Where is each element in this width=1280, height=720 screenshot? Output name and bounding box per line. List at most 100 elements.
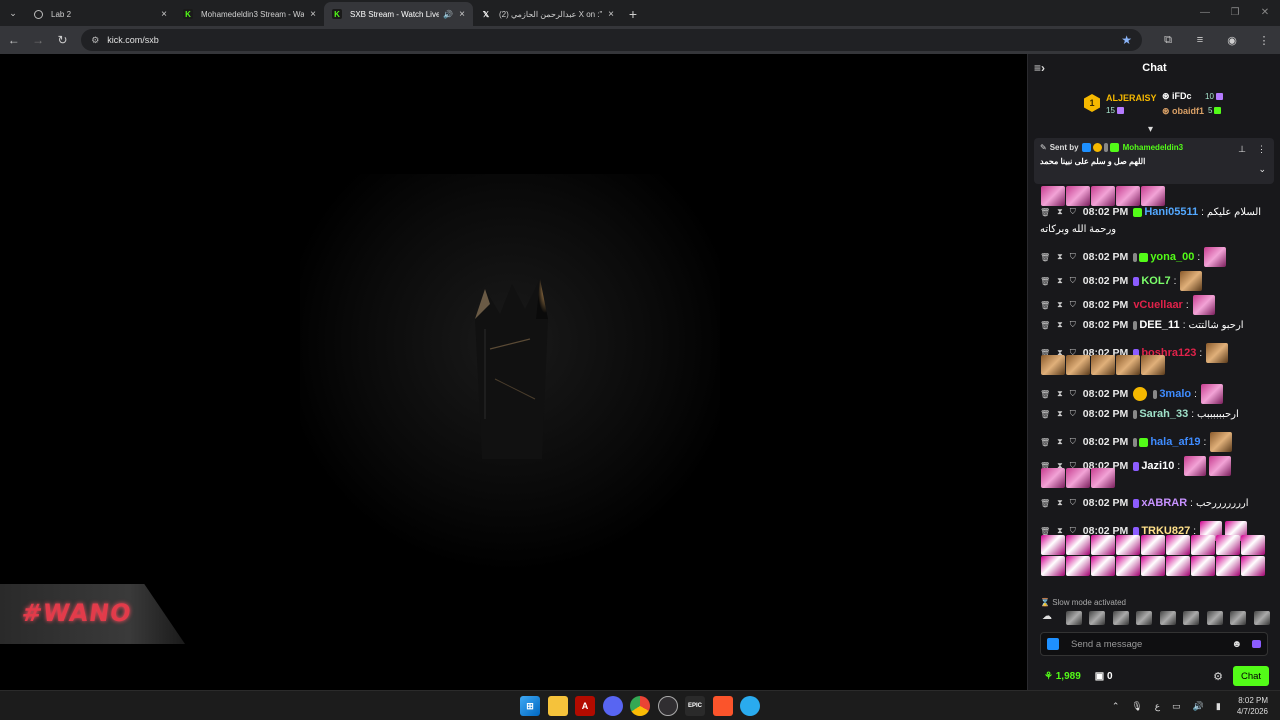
leader-third[interactable]: ⊛ obaidf1 — [1162, 106, 1204, 117]
message-username[interactable]: KOL7 — [1141, 275, 1170, 287]
microphone-icon[interactable]: 🎙 — [1131, 701, 1142, 712]
delete-icon[interactable]: 🗑 — [1040, 499, 1050, 508]
site-info-icon[interactable]: ⚙ — [91, 35, 99, 46]
quick-emote[interactable] — [1230, 611, 1246, 625]
message-username[interactable]: Sarah_33 — [1139, 408, 1188, 420]
telegram-icon[interactable] — [740, 696, 760, 716]
start-menu-icon[interactable]: ⊞ — [520, 696, 540, 716]
epic-games-icon[interactable]: EPIC — [685, 696, 705, 716]
message-username[interactable]: DEE_11 — [1139, 319, 1179, 331]
network-icon[interactable]: ▭ — [1172, 701, 1181, 712]
delete-icon[interactable]: 🗑 — [1040, 438, 1050, 447]
shield-icon[interactable]: ⛉ — [1070, 498, 1076, 508]
pinned-message[interactable]: ✎ Sent by Mohamedeldin3 اللهم صل و سلم ع… — [1034, 138, 1274, 184]
timeout-icon[interactable]: ⧗ — [1057, 320, 1063, 330]
message-username[interactable]: xABRAR — [1141, 497, 1187, 509]
more-options-icon[interactable]: ⋮ — [1257, 144, 1266, 155]
send-chat-button[interactable]: Chat — [1233, 666, 1269, 686]
clock[interactable]: 8:02 PM 4/7/2026 — [1237, 695, 1268, 717]
delete-icon[interactable]: 🗑 — [1040, 253, 1050, 262]
battery-icon[interactable]: ▮ — [1216, 701, 1221, 712]
message-username[interactable]: vCuellaar — [1133, 299, 1183, 311]
shield-icon[interactable]: ⛉ — [1070, 207, 1076, 217]
quick-emote[interactable] — [1253, 611, 1270, 625]
chat-message[interactable]: 🗑 ⧗ ⛉ 08:02 PM yona_00: — [1040, 247, 1275, 267]
chat-message[interactable]: 🗑 ⧗ ⛉ 08:02 PM hala_af19: — [1040, 432, 1275, 452]
emote-picker-icon[interactable]: ☁ — [1042, 611, 1058, 625]
chevron-down-icon[interactable]: ⌄ — [1258, 164, 1266, 175]
bookmark-star-icon[interactable]: ★ — [1121, 33, 1132, 47]
message-username[interactable]: Hani05511 — [1144, 206, 1198, 218]
chat-message[interactable]: 🗑 ⧗ ⛉ 08:02 PM Sarah_33: ارحببببببب — [1040, 408, 1275, 420]
message-username[interactable]: yona_00 — [1150, 251, 1194, 263]
timeout-icon[interactable]: ⧗ — [1057, 276, 1063, 286]
shield-icon[interactable]: ⛉ — [1070, 409, 1076, 419]
volume-icon[interactable]: 🔊 — [1193, 701, 1204, 712]
profile-avatar[interactable]: ◉ — [1216, 34, 1248, 47]
quick-emote[interactable] — [1136, 611, 1152, 625]
emoji-icon[interactable]: ☻ — [1231, 639, 1242, 650]
timeout-icon[interactable]: ⧗ — [1057, 252, 1063, 262]
brave-icon[interactable] — [712, 696, 733, 716]
gear-icon[interactable]: ⚙ — [1213, 670, 1223, 683]
file-explorer-icon[interactable] — [547, 696, 568, 716]
tab-lab2[interactable]: Lab 2 × — [26, 2, 175, 26]
audio-icon[interactable]: 🔊 — [443, 10, 453, 19]
close-icon[interactable]: × — [459, 9, 465, 20]
chevron-up-icon[interactable]: ⌃ — [1112, 701, 1120, 712]
delete-icon[interactable]: 🗑 — [1040, 410, 1050, 419]
tab-mohamedeldin3[interactable]: K Mohamedeldin3 Stream - Watch × — [175, 2, 324, 26]
extensions-icon[interactable]: ⧉ — [1152, 34, 1184, 47]
expand-leaderboard-icon[interactable]: ▾ — [1148, 124, 1153, 135]
address-bar[interactable]: ⚙ kick.com/sxb ★ — [81, 29, 1143, 51]
leader-second[interactable]: ⊛ iFDc — [1162, 91, 1192, 102]
timeout-icon[interactable]: ⧗ — [1057, 300, 1063, 310]
media-controls-icon[interactable]: ≡ — [1184, 34, 1216, 47]
chat-message[interactable]: 🗑 ⧗ ⛉ 08:02 PM KOL7: — [1040, 271, 1275, 291]
pin-icon[interactable]: ⊥ — [1238, 144, 1246, 155]
shield-icon[interactable]: ⛉ — [1070, 320, 1076, 330]
quick-emote[interactable] — [1183, 611, 1199, 625]
obs-icon[interactable] — [657, 696, 678, 716]
delete-icon[interactable]: 🗑 — [1040, 208, 1050, 217]
timeout-icon[interactable]: ⧗ — [1057, 437, 1063, 447]
shield-icon[interactable]: ⛉ — [1070, 252, 1076, 262]
chat-input[interactable]: Send a message ☻ — [1040, 632, 1268, 656]
tab-sxb[interactable]: K SXB Stream - Watch Live on 🔊 × — [324, 2, 473, 26]
message-username[interactable]: 3malo — [1159, 388, 1191, 400]
leader-first-name[interactable]: ALJERAISY — [1106, 93, 1157, 103]
minimize-icon[interactable]: — — [1190, 0, 1220, 24]
kicks-gem-icon[interactable] — [1252, 640, 1261, 648]
shield-icon[interactable]: ⛉ — [1070, 300, 1076, 310]
pinned-username[interactable]: Mohamedeldin3 — [1123, 143, 1183, 152]
tab-x[interactable]: 𝕏 (2) عبدالرحمن الحازمي X on :"اخر × — [473, 2, 622, 26]
forward-button[interactable]: → — [27, 29, 48, 51]
chat-message[interactable]: 🗑 ⧗ ⛉ 08:02 PM vCuellaar: — [1040, 295, 1275, 315]
video-player[interactable]: #WANO — [0, 54, 1027, 690]
quick-emote[interactable] — [1065, 611, 1082, 625]
close-window-icon[interactable]: ✕ — [1250, 0, 1280, 24]
shield-icon[interactable]: ⛉ — [1070, 276, 1076, 286]
timeout-icon[interactable]: ⧗ — [1057, 409, 1063, 419]
timeout-icon[interactable]: ⧗ — [1057, 498, 1063, 508]
close-icon[interactable]: × — [161, 9, 167, 20]
close-icon[interactable]: × — [608, 9, 614, 20]
input-language[interactable]: ع — [1155, 701, 1160, 712]
maximize-icon[interactable]: ❐ — [1220, 0, 1250, 24]
chat-message[interactable]: 🗑 ⧗ ⛉ 08:02 PM 3malo: — [1040, 384, 1275, 404]
back-button[interactable]: ← — [3, 29, 24, 51]
channel-points[interactable]: ⚘ 1,989 — [1044, 671, 1081, 682]
shield-icon[interactable]: ⛉ — [1070, 389, 1076, 399]
chat-message[interactable]: 🗑 ⧗ ⛉ 08:02 PM Hani05511: السلام عليكم — [1040, 206, 1275, 218]
delete-icon[interactable]: 🗑 — [1040, 301, 1050, 310]
menu-icon[interactable]: ⋮ — [1248, 34, 1280, 47]
message-username[interactable]: hala_af19 — [1150, 436, 1200, 448]
quick-emote[interactable] — [1089, 611, 1105, 625]
collapse-chat-icon[interactable]: ≡› — [1034, 61, 1045, 75]
delete-icon[interactable]: 🗑 — [1040, 277, 1050, 286]
quick-emote[interactable] — [1206, 611, 1223, 625]
tab-search-button[interactable]: ⌄ — [0, 0, 26, 26]
quick-emote[interactable] — [1159, 611, 1176, 625]
chrome-icon[interactable] — [630, 696, 650, 716]
chat-message[interactable]: 🗑 ⧗ ⛉ 08:02 PM DEE_11: ارحبو شالتتت — [1040, 319, 1275, 331]
